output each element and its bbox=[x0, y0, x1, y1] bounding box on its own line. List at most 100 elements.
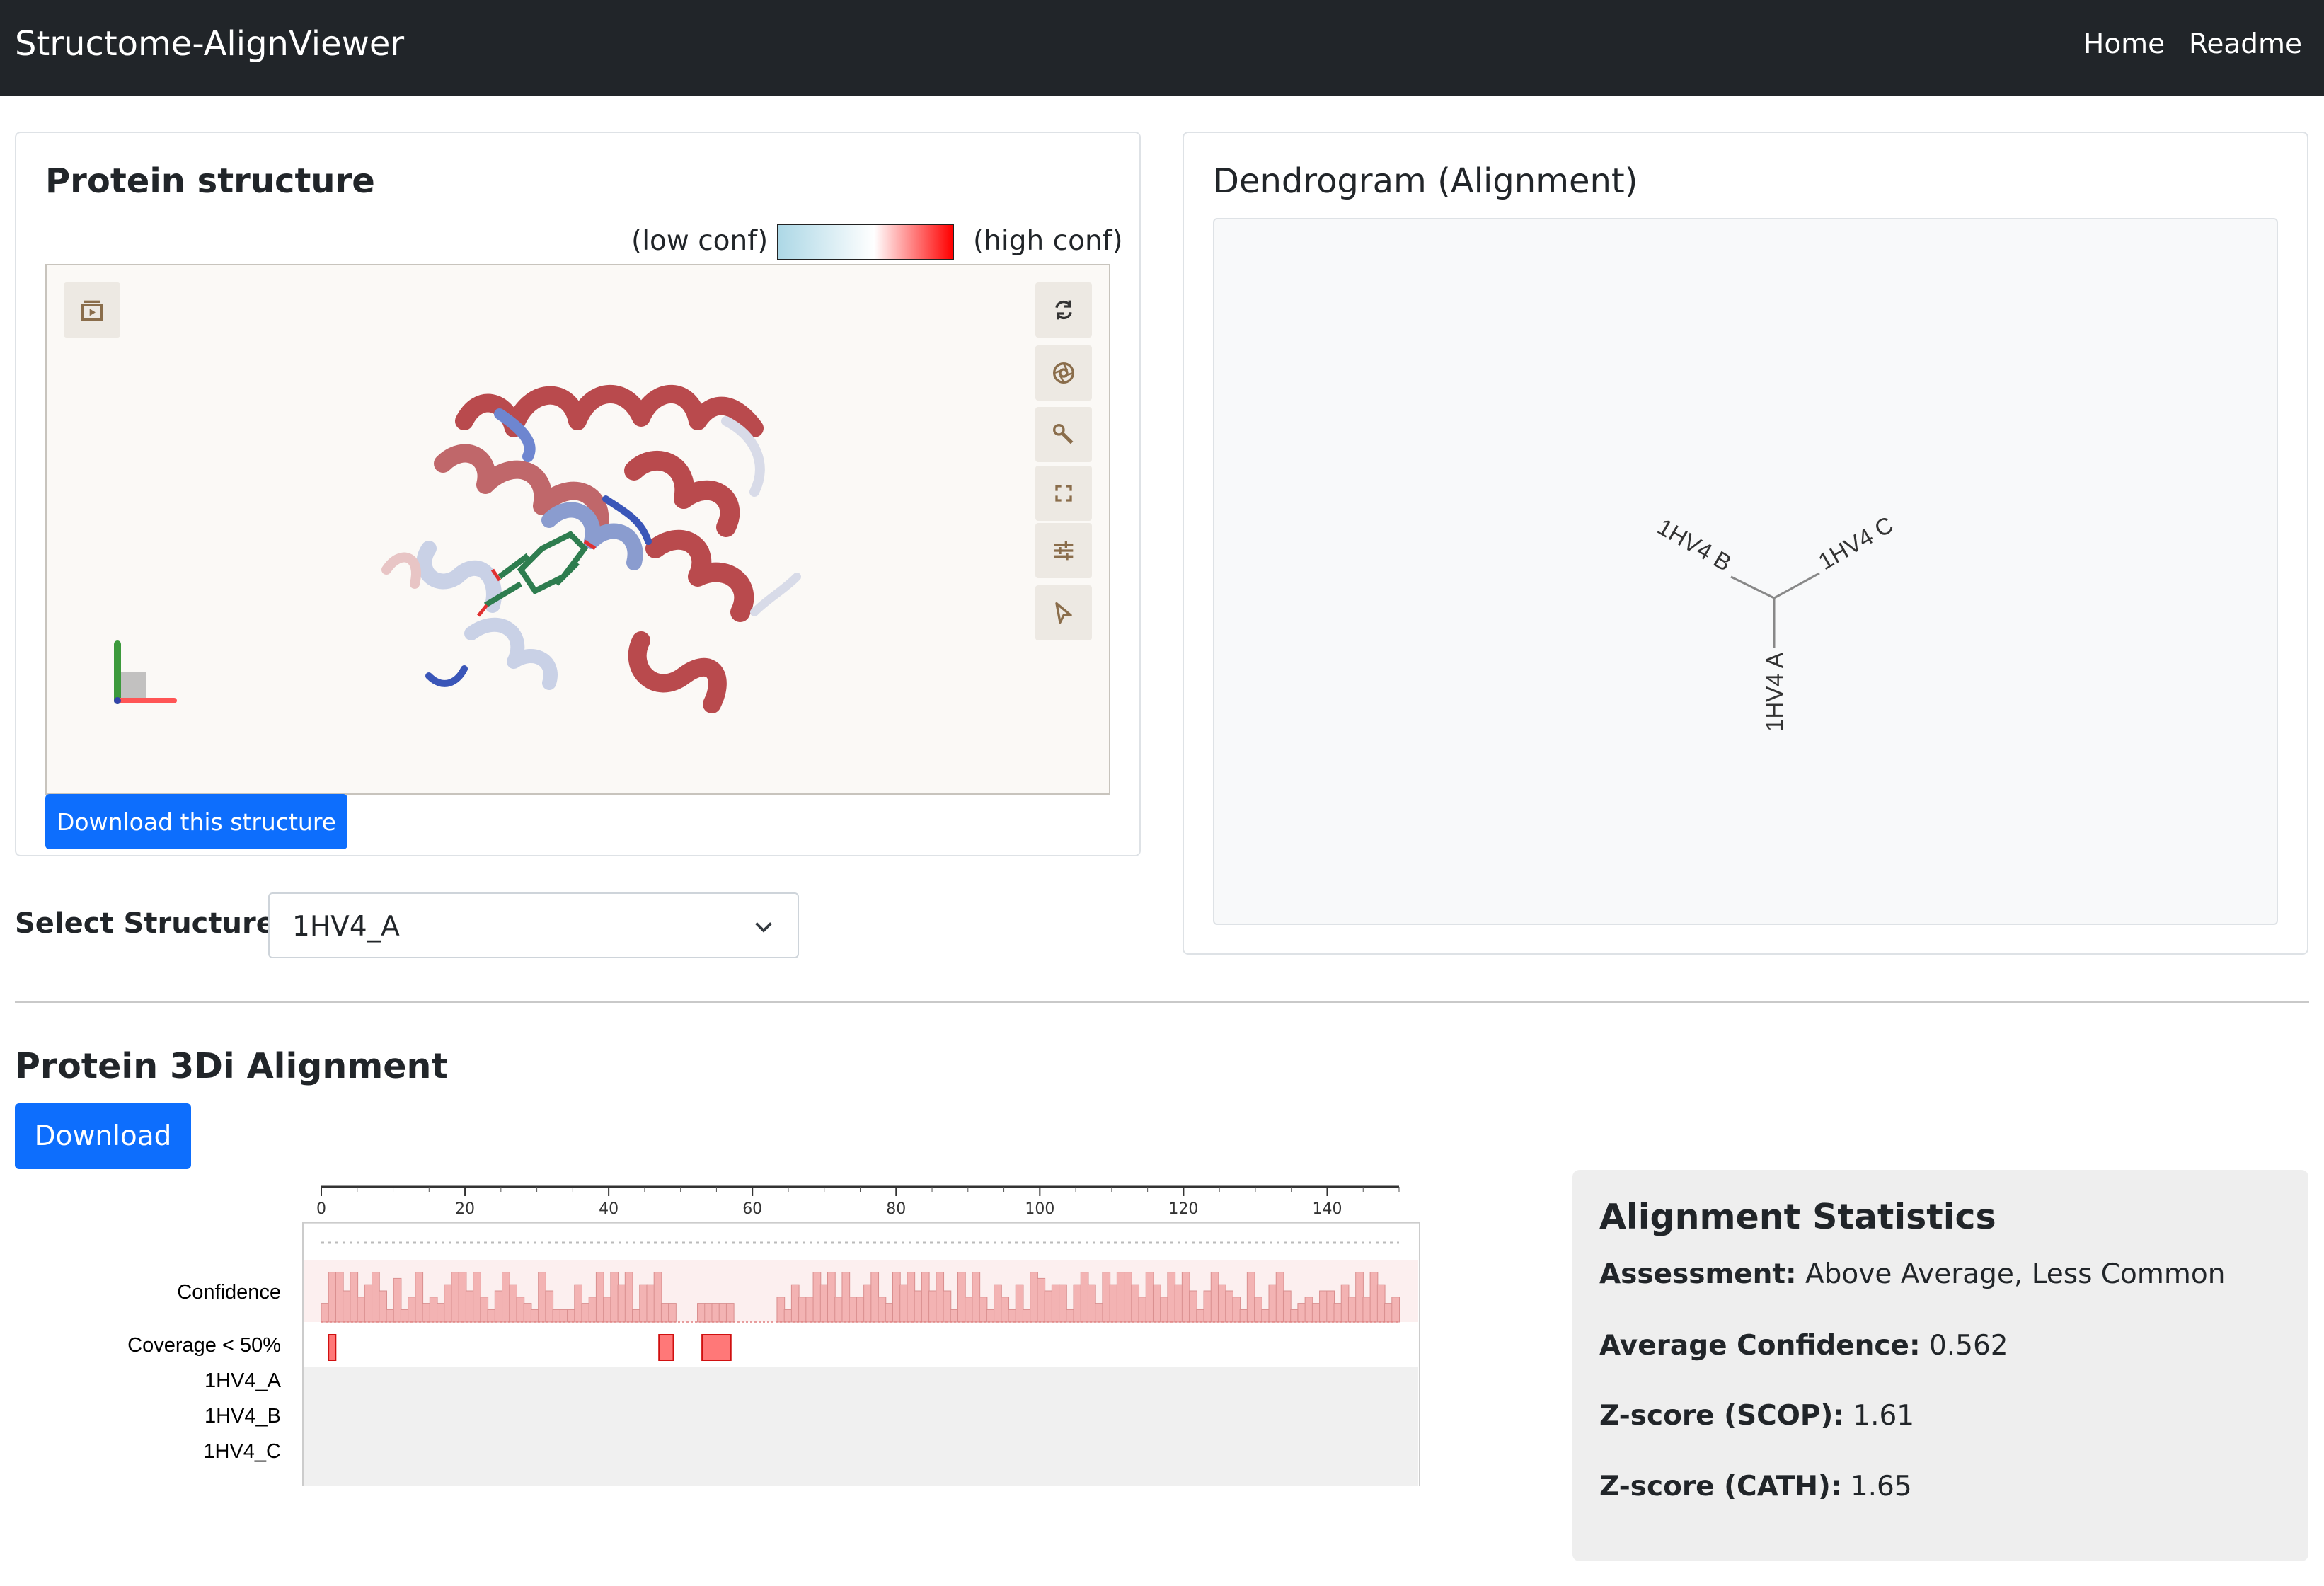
confidence-bar bbox=[1261, 1309, 1270, 1323]
confidence-bar bbox=[950, 1309, 959, 1323]
confidence-bar bbox=[943, 1290, 952, 1323]
confidence-bar bbox=[408, 1297, 416, 1323]
confidence-bar bbox=[841, 1272, 851, 1323]
axis-tick-label: 60 bbox=[742, 1200, 762, 1218]
confidence-bar bbox=[1059, 1284, 1067, 1323]
confidence-bar bbox=[1239, 1309, 1248, 1323]
expand-panel-icon bbox=[81, 300, 103, 321]
axis-tick-label: 80 bbox=[886, 1200, 906, 1218]
confidence-gradient-bar bbox=[777, 224, 954, 260]
confidence-bar bbox=[1333, 1303, 1342, 1323]
nav-home-link[interactable]: Home bbox=[2083, 28, 2165, 60]
confidence-bar bbox=[603, 1297, 611, 1323]
select-structure-label: Select Structure: bbox=[15, 907, 287, 940]
protein-structure-title: Protein structure bbox=[45, 161, 375, 201]
confidence-bar bbox=[914, 1290, 923, 1323]
app-brand[interactable]: Structome-AlignViewer bbox=[15, 24, 404, 64]
molecule-viewer[interactable] bbox=[45, 264, 1110, 795]
confidence-bar bbox=[1044, 1290, 1053, 1323]
axis-tick-label: 40 bbox=[599, 1200, 619, 1218]
confidence-bar bbox=[588, 1297, 597, 1323]
dendrogram-panel: 1HV4 B 1HV4 C 1HV4 A bbox=[1213, 218, 2278, 925]
selection-mode-button[interactable] bbox=[1035, 585, 1092, 640]
stat-assessment: Assessment: Above Average, Less Common bbox=[1599, 1258, 2225, 1290]
confidence-bar bbox=[516, 1297, 525, 1323]
confidence-bar bbox=[458, 1272, 467, 1323]
structure-select-value: 1HV4_A bbox=[292, 911, 400, 943]
reset-view-button[interactable] bbox=[1035, 282, 1092, 338]
chevron-down-icon bbox=[755, 922, 772, 933]
navbar: Structome-AlignViewer Home Readme bbox=[0, 0, 2324, 96]
nav-readme-link[interactable]: Readme bbox=[2189, 28, 2302, 60]
confidence-bar bbox=[1066, 1309, 1075, 1323]
settings-wrench-icon bbox=[1053, 424, 1074, 444]
confidence-bar bbox=[704, 1303, 713, 1323]
axis-tick-label: 0 bbox=[316, 1200, 326, 1218]
row-label-confidence: Confidence bbox=[177, 1281, 281, 1304]
confidence-bar bbox=[1355, 1272, 1364, 1323]
confidence-bar bbox=[1145, 1272, 1154, 1323]
confidence-bar bbox=[819, 1284, 829, 1323]
confidence-bar bbox=[863, 1284, 872, 1323]
structure-select[interactable]: 1HV4_A bbox=[268, 892, 799, 958]
confidence-bar bbox=[1131, 1284, 1140, 1323]
confidence-bar bbox=[718, 1303, 727, 1323]
confidence-bar bbox=[530, 1309, 539, 1323]
confidence-bar bbox=[1109, 1284, 1118, 1323]
confidence-bar bbox=[328, 1272, 337, 1323]
stat-avg-confidence: Average Confidence: 0.562 bbox=[1599, 1330, 2008, 1362]
stat-assessment-label: Assessment: bbox=[1599, 1258, 1797, 1290]
confidence-bar bbox=[386, 1309, 395, 1323]
download-structure-button[interactable]: Download this structure bbox=[45, 794, 347, 849]
confidence-bar bbox=[574, 1284, 582, 1323]
expand-panel-button[interactable] bbox=[64, 282, 120, 338]
confidence-bar bbox=[473, 1272, 481, 1323]
confidence-bar bbox=[1160, 1297, 1168, 1323]
dendrogram-leaf-a: 1HV4 A bbox=[1761, 653, 1788, 732]
confidence-bar bbox=[986, 1309, 995, 1323]
confidence-bar bbox=[892, 1272, 901, 1323]
confidence-bar bbox=[1362, 1297, 1371, 1323]
confidence-bar bbox=[372, 1272, 380, 1323]
confidence-bar bbox=[1196, 1309, 1205, 1323]
orientation-axes-icon bbox=[114, 640, 177, 704]
screenshot-button[interactable] bbox=[1035, 345, 1092, 401]
confidence-bar bbox=[494, 1290, 503, 1323]
confidence-bar bbox=[1347, 1297, 1357, 1323]
download-alignment-button[interactable]: Download bbox=[15, 1103, 191, 1169]
reset-view-icon bbox=[1055, 300, 1072, 320]
confidence-bar bbox=[1095, 1303, 1103, 1323]
confidence-bar bbox=[1225, 1290, 1233, 1323]
controls-button[interactable] bbox=[1035, 523, 1092, 578]
confidence-bar bbox=[776, 1297, 786, 1323]
axis-tick-label: 120 bbox=[1168, 1200, 1198, 1218]
confidence-bar bbox=[812, 1272, 822, 1323]
confidence-bar bbox=[617, 1284, 626, 1323]
confidence-bar bbox=[523, 1303, 532, 1323]
legend-high-label: (high conf) bbox=[973, 225, 1123, 257]
confidence-bar bbox=[350, 1272, 359, 1323]
confidence-bar bbox=[379, 1290, 387, 1323]
confidence-bar bbox=[1275, 1272, 1284, 1323]
confidence-bar bbox=[487, 1309, 496, 1323]
selection-cursor-icon bbox=[1055, 602, 1072, 624]
confidence-bar bbox=[1268, 1284, 1277, 1323]
confidence-bar bbox=[1124, 1272, 1132, 1323]
confidence-bar bbox=[885, 1303, 894, 1323]
confidence-bar bbox=[545, 1290, 554, 1323]
confidence-bar bbox=[660, 1303, 669, 1323]
alignment-stats-panel: Alignment Statistics Assessment: Above A… bbox=[1572, 1170, 2308, 1561]
confidence-bar bbox=[668, 1303, 677, 1323]
confidence-bar bbox=[581, 1303, 590, 1323]
confidence-bar bbox=[1087, 1284, 1096, 1323]
confidence-bar bbox=[957, 1272, 966, 1323]
stat-avg-confidence-value: 0.562 bbox=[1928, 1330, 2008, 1362]
confidence-bar bbox=[1022, 1309, 1031, 1323]
stat-zscore-scop-label: Z-score (SCOP): bbox=[1599, 1400, 1844, 1432]
settings-button[interactable] bbox=[1035, 407, 1092, 462]
fullscreen-button[interactable] bbox=[1035, 466, 1092, 521]
confidence-bar bbox=[1369, 1272, 1379, 1323]
dendrogram-tree: 1HV4 B 1HV4 C 1HV4 A bbox=[1653, 511, 1898, 732]
confidence-bar bbox=[928, 1290, 937, 1323]
row-label-1hv4-b: 1HV4_B bbox=[205, 1405, 281, 1427]
